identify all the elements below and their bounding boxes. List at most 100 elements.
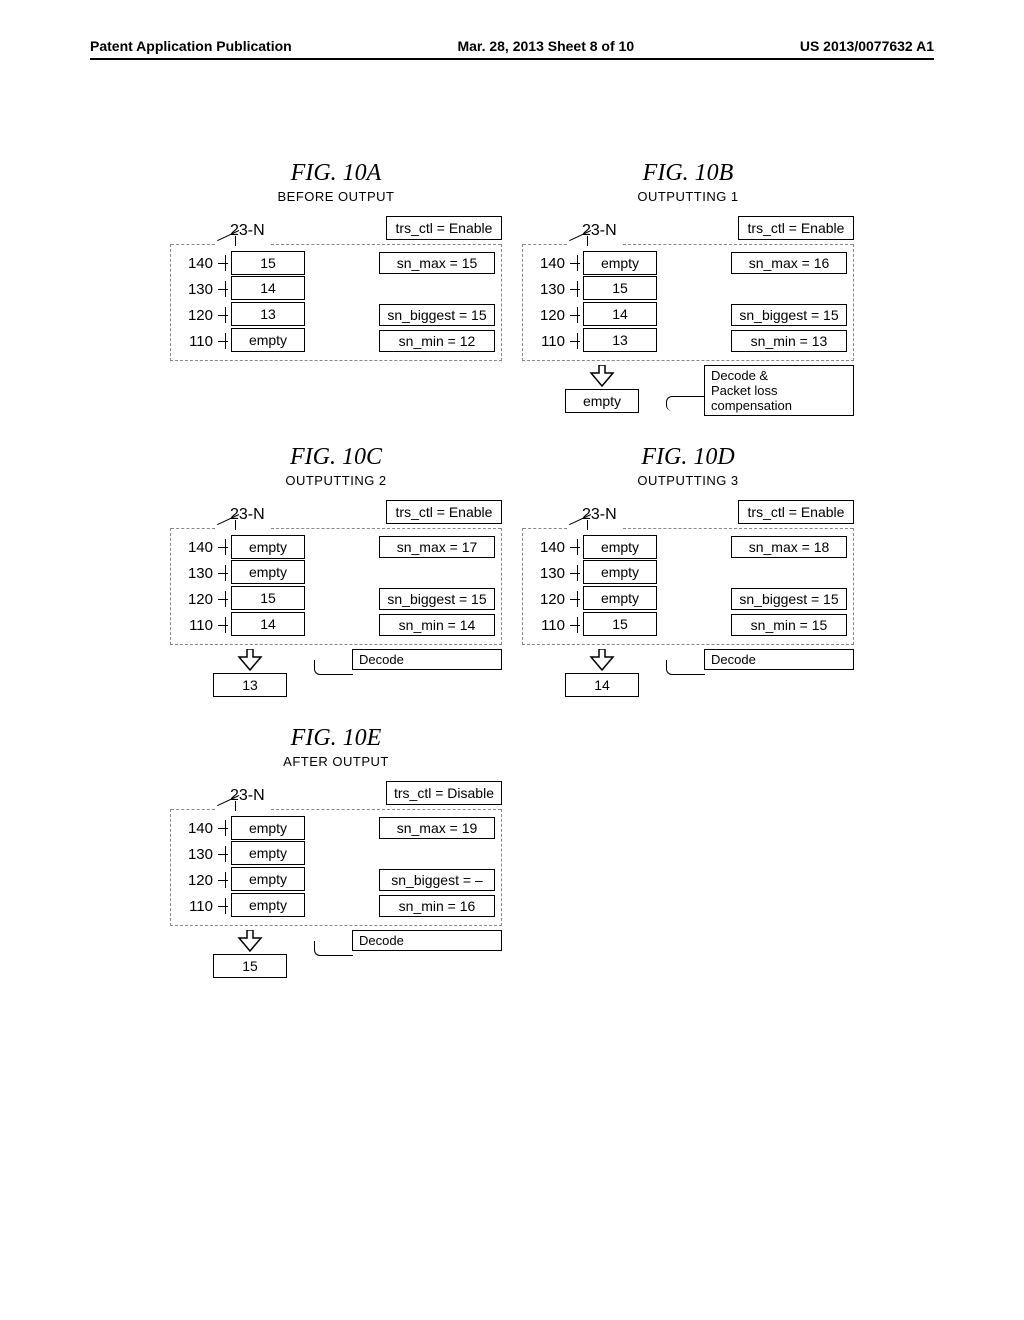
tick-icon — [215, 329, 231, 353]
link-icon — [655, 391, 705, 411]
tick-icon — [567, 329, 583, 353]
decode-label: Decode — [711, 652, 756, 667]
buffer-cell: empty — [231, 560, 305, 584]
trs-ctl-box: trs_ctl = Enable — [738, 216, 854, 240]
decode-label: Decode — [359, 652, 404, 667]
tick-icon — [567, 613, 583, 637]
reference-label: 23-N — [230, 787, 265, 805]
reference-label: 23-N — [582, 506, 617, 524]
tick-icon — [215, 561, 231, 585]
figure-title: FIG. 10E — [170, 725, 502, 752]
sn-max-box: sn_max = 18 — [731, 536, 847, 558]
link-icon — [303, 941, 353, 961]
tick-icon — [215, 535, 231, 559]
buffer-group: 140 empty sn_max = 18 130 empty 120 empty s… — [522, 528, 854, 645]
figure-10b: FIG. 10B OUTPUTTING 1 23-N trs_ctl = Ena… — [522, 160, 854, 416]
trs-ctl-box: trs_ctl = Disable — [386, 781, 502, 805]
figure-title: FIG. 10C — [170, 444, 502, 471]
tick-icon — [215, 303, 231, 327]
figure-10d: FIG. 10D OUTPUTTING 3 23-N trs_ctl = Ena… — [522, 444, 854, 697]
tick-icon — [215, 277, 231, 301]
buffer-cell: empty — [231, 328, 305, 352]
sn-min-box: sn_min = 14 — [379, 614, 495, 636]
sn-min-box: sn_min = 15 — [731, 614, 847, 636]
slot-label: 130 — [527, 281, 567, 298]
figure-subtitle: AFTER OUTPUT — [170, 754, 502, 769]
tick-icon — [567, 303, 583, 327]
figure-subtitle: OUTPUTTING 1 — [522, 189, 854, 204]
slot-label: 120 — [175, 872, 215, 889]
tick-icon — [567, 535, 583, 559]
output-cell: empty — [565, 389, 639, 413]
buffer-cell: empty — [583, 586, 657, 610]
tick-icon — [215, 251, 231, 275]
buffer-cell: empty — [231, 535, 305, 559]
output-cell: 15 — [213, 954, 287, 978]
buffer-group: 140empty sn_max = 16 13015 12014 sn_bigg… — [522, 244, 854, 361]
trs-ctl-box: trs_ctl = Enable — [386, 216, 502, 240]
tick-icon — [215, 894, 231, 918]
output-cell: 14 — [565, 673, 639, 697]
page-header: Patent Application Publication Mar. 28, … — [90, 38, 934, 54]
tick-icon — [567, 587, 583, 611]
buffer-cell: 13 — [583, 328, 657, 352]
buffer-cell: 14 — [583, 302, 657, 326]
buffer-cell: empty — [583, 560, 657, 584]
slot-label: 110 — [527, 333, 567, 350]
tick-icon — [215, 587, 231, 611]
header-center: Mar. 28, 2013 Sheet 8 of 10 — [457, 38, 634, 54]
tick-icon — [567, 277, 583, 301]
tick-icon — [567, 561, 583, 585]
tick-icon — [215, 842, 231, 866]
slot-label: 140 — [527, 539, 567, 556]
tick-icon — [215, 613, 231, 637]
buffer-cell: 14 — [231, 276, 305, 300]
slot-label: 120 — [527, 591, 567, 608]
sn-biggest-box: sn_biggest = – — [379, 869, 495, 891]
slot-label: 110 — [175, 333, 215, 350]
output-cell: 13 — [213, 673, 287, 697]
link-icon — [303, 660, 353, 680]
buffer-cell: 14 — [231, 612, 305, 636]
figure-title: FIG. 10A — [170, 160, 502, 187]
arrow-down-icon — [589, 649, 615, 671]
arrow-down-icon — [237, 649, 263, 671]
sn-max-box: sn_max = 17 — [379, 536, 495, 558]
buffer-cell: empty — [583, 535, 657, 559]
buffer-cell: empty — [231, 841, 305, 865]
buffer-cell: 15 — [583, 612, 657, 636]
slot-label: 130 — [175, 846, 215, 863]
reference-label: 23-N — [230, 222, 265, 240]
slot-label: 120 — [527, 307, 567, 324]
sn-biggest-box: sn_biggest = 15 — [379, 304, 495, 326]
slot-label: 140 — [175, 255, 215, 272]
buffer-cell: empty — [231, 867, 305, 891]
sn-min-box: sn_min = 16 — [379, 895, 495, 917]
header-rule — [90, 58, 934, 60]
sn-biggest-box: sn_biggest = 15 — [731, 304, 847, 326]
decode-box: Decode — [352, 649, 502, 670]
sn-min-box: sn_min = 13 — [731, 330, 847, 352]
slot-label: 140 — [175, 820, 215, 837]
sn-max-box: sn_max = 19 — [379, 817, 495, 839]
slot-label: 130 — [175, 281, 215, 298]
buffer-cell: 15 — [231, 586, 305, 610]
sn-biggest-box: sn_biggest = 15 — [379, 588, 495, 610]
decode-label: Decode & Packet loss compensation — [711, 368, 792, 413]
slot-label: 140 — [527, 255, 567, 272]
sn-min-box: sn_min = 12 — [379, 330, 495, 352]
buffer-group: 140empty sn_max = 17 130empty 12015 sn_b… — [170, 528, 502, 645]
figure-content: FIG. 10A BEFORE OUTPUT 23-N trs_ctl = En… — [170, 160, 854, 978]
sn-max-box: sn_max = 16 — [731, 252, 847, 274]
slot-label: 130 — [527, 565, 567, 582]
decode-box: Decode & Packet loss compensation — [704, 365, 854, 416]
figure-10e: FIG. 10E AFTER OUTPUT 23-N trs_ctl = Dis… — [170, 725, 502, 978]
slot-label: 140 — [175, 539, 215, 556]
figure-subtitle: BEFORE OUTPUT — [170, 189, 502, 204]
reference-label: 23-N — [582, 222, 617, 240]
sn-biggest-box: sn_biggest = 15 — [731, 588, 847, 610]
figure-title: FIG. 10B — [522, 160, 854, 187]
tick-icon — [215, 868, 231, 892]
trs-ctl-box: trs_ctl = Enable — [386, 500, 502, 524]
buffer-cell: empty — [231, 893, 305, 917]
